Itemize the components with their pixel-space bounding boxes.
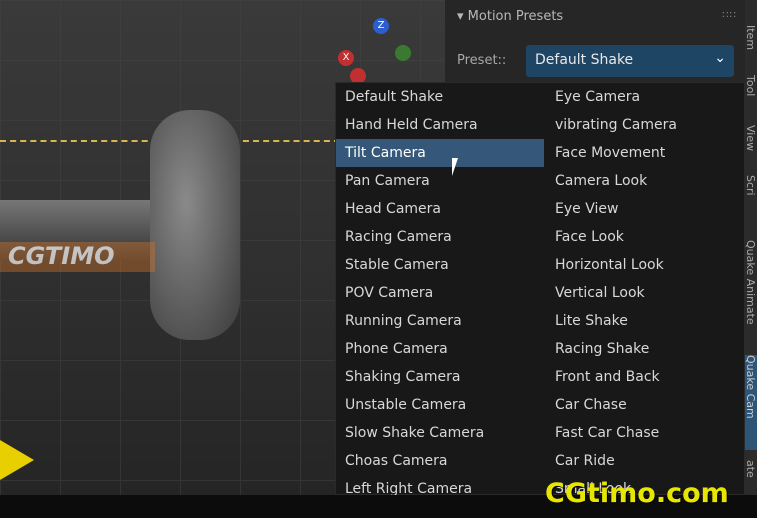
brand-watermark: CGtimo.com bbox=[545, 478, 729, 509]
menu-column-right: Eye Camera vibrating Camera Face Movement C… bbox=[546, 83, 754, 503]
menu-item[interactable]: Stable Camera bbox=[336, 251, 544, 279]
preset-label: Preset:: bbox=[457, 53, 507, 68]
menu-item[interactable]: Hand Held Camera bbox=[336, 111, 544, 139]
menu-item[interactable]: Pan Camera bbox=[336, 167, 544, 195]
menu-item[interactable]: Horizontal Look bbox=[546, 251, 754, 279]
panel-header[interactable]: ▾ Motion Presets bbox=[457, 9, 563, 24]
gizmo-y-axis[interactable] bbox=[395, 45, 411, 61]
preset-value: Default Shake bbox=[535, 52, 634, 68]
menu-item[interactable]: Face Movement bbox=[546, 139, 754, 167]
menu-item[interactable]: Vertical Look bbox=[546, 279, 754, 307]
menu-item[interactable]: POV Camera bbox=[336, 279, 544, 307]
menu-item[interactable]: Car Ride bbox=[546, 447, 754, 475]
menu-item[interactable]: Eye View bbox=[546, 195, 754, 223]
preset-dropdown-menu: Default Shake Hand Held Camera Tilt Camera… bbox=[335, 82, 745, 497]
menu-item[interactable]: Head Camera bbox=[336, 195, 544, 223]
gizmo-z-axis[interactable]: Z bbox=[373, 18, 389, 34]
aircraft-engine bbox=[150, 110, 240, 340]
tab-item[interactable]: Item bbox=[745, 25, 757, 70]
menu-item[interactable]: Phone Camera bbox=[336, 335, 544, 363]
menu-item[interactable]: Running Camera bbox=[336, 307, 544, 335]
mouse-cursor-icon bbox=[452, 158, 464, 176]
menu-item[interactable]: Slow Shake Camera bbox=[336, 419, 544, 447]
menu-item[interactable]: Tilt Camera bbox=[336, 139, 544, 167]
menu-item[interactable]: Default Shake bbox=[336, 83, 544, 111]
drag-handle-icon[interactable]: ∷∷ bbox=[722, 10, 737, 21]
menu-item[interactable]: Eye Camera bbox=[546, 83, 754, 111]
menu-item[interactable]: vibrating Camera bbox=[546, 111, 754, 139]
menu-item[interactable]: Car Chase bbox=[546, 391, 754, 419]
menu-item[interactable]: Face Look bbox=[546, 223, 754, 251]
yellow-marker bbox=[0, 440, 34, 480]
menu-item[interactable]: Fast Car Chase bbox=[546, 419, 754, 447]
menu-item[interactable]: Racing Shake bbox=[546, 335, 754, 363]
menu-item[interactable]: Front and Back bbox=[546, 363, 754, 391]
menu-item[interactable]: Camera Look bbox=[546, 167, 754, 195]
menu-item[interactable]: Unstable Camera bbox=[336, 391, 544, 419]
menu-item[interactable]: Choas Camera bbox=[336, 447, 544, 475]
preset-dropdown[interactable]: Default Shake ⌄ bbox=[526, 45, 734, 77]
chevron-down-icon: ⌄ bbox=[714, 50, 726, 66]
gizmo-x-axis[interactable]: X bbox=[338, 50, 354, 66]
panel-title: Motion Presets bbox=[467, 9, 564, 24]
menu-column-left: Default Shake Hand Held Camera Tilt Camera… bbox=[336, 83, 544, 503]
menu-item[interactable]: Racing Camera bbox=[336, 223, 544, 251]
menu-item[interactable]: Shaking Camera bbox=[336, 363, 544, 391]
watermark-logo: CGTIMO bbox=[0, 242, 155, 272]
menu-item[interactable]: Lite Shake bbox=[546, 307, 754, 335]
